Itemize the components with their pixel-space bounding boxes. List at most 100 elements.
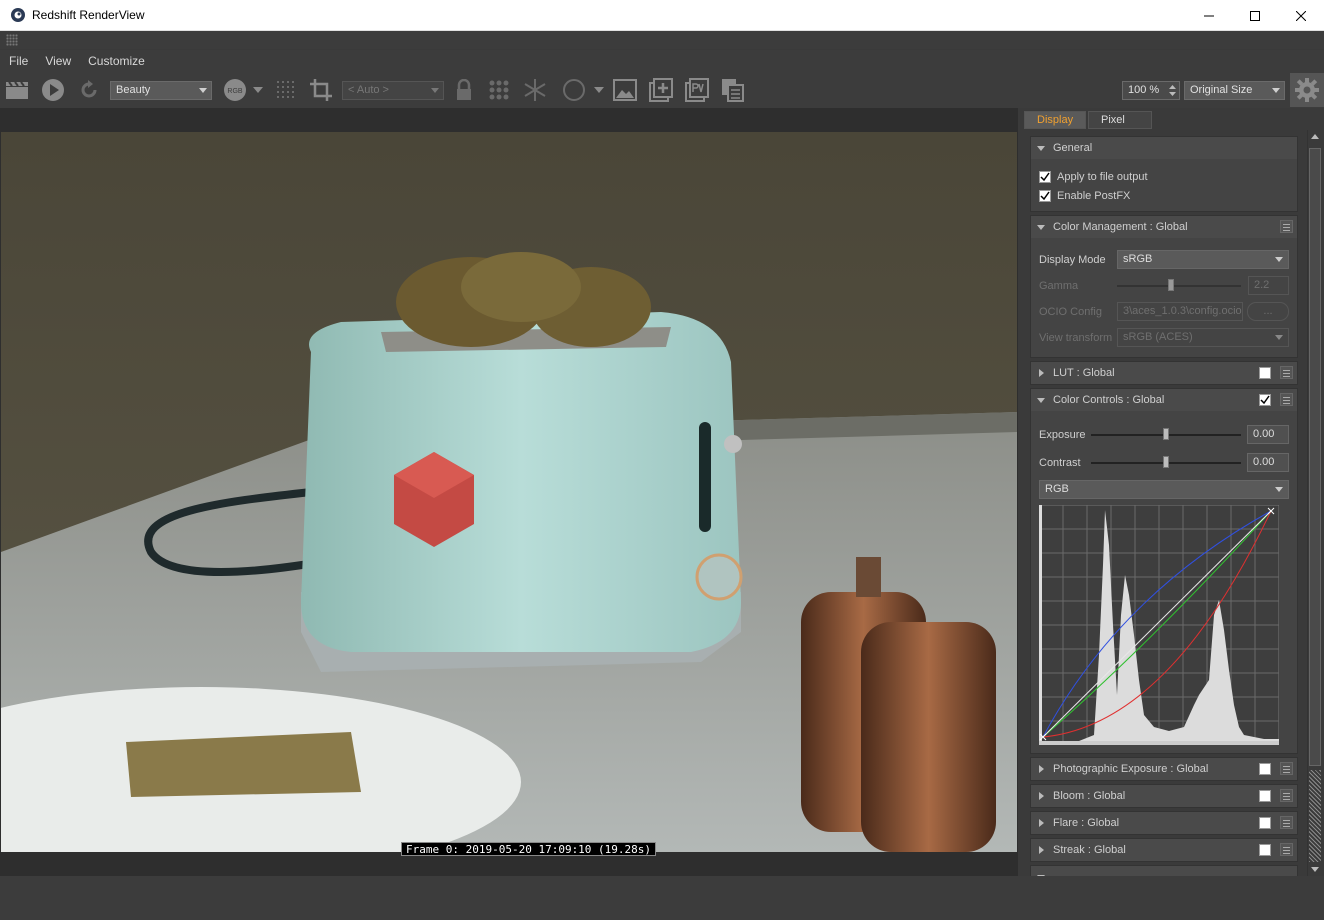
- gamma-slider-track[interactable]: [1117, 285, 1241, 287]
- spinner-arrows-icon: [1169, 85, 1176, 96]
- curves-editor[interactable]: [1039, 505, 1279, 745]
- bloom-enable-checkbox[interactable]: [1259, 790, 1271, 802]
- gradient-bar-left: [1039, 505, 1042, 745]
- post-view-button[interactable]: [684, 78, 710, 102]
- view-transform-value: sRGB (ACES): [1123, 331, 1193, 343]
- scrollbar-thumb[interactable]: [1309, 148, 1321, 766]
- freeze-button[interactable]: [522, 78, 548, 102]
- section-lut-header[interactable]: LUT : Global: [1031, 362, 1297, 384]
- exposure-field[interactable]: 0.00: [1247, 425, 1289, 444]
- bucket-grid-button[interactable]: [486, 78, 512, 102]
- streak-enable-checkbox[interactable]: [1259, 844, 1271, 856]
- section-menu-icon[interactable]: [1280, 816, 1293, 829]
- save-image-button[interactable]: [612, 78, 638, 102]
- section-bloom: Bloom : Global: [1030, 784, 1298, 808]
- camera-select[interactable]: < Auto >: [342, 81, 444, 100]
- chevron-down-icon: [253, 87, 263, 93]
- view-transform-label: View transform: [1039, 332, 1113, 344]
- section-menu-icon[interactable]: [1280, 393, 1293, 406]
- panel-scrollbar[interactable]: [1307, 130, 1321, 876]
- tab-pixel[interactable]: Pixel: [1088, 111, 1152, 129]
- scrollbar-hatch: [1309, 770, 1321, 862]
- chevron-down-icon: [1275, 487, 1283, 492]
- dotted-grid-icon: [277, 81, 294, 98]
- redshift-logo-icon: [11, 8, 25, 22]
- section-photographic-exposure-header[interactable]: Photographic Exposure : Global: [1031, 758, 1297, 780]
- copy-icon: [722, 79, 744, 102]
- menu-customize[interactable]: Customize: [79, 50, 153, 72]
- display-mode-select[interactable]: sRGB: [1117, 250, 1289, 269]
- lut-enable-checkbox[interactable]: [1259, 367, 1271, 379]
- section-bloom-header[interactable]: Bloom : Global: [1031, 785, 1297, 807]
- channel-select[interactable]: RGB: [1039, 480, 1289, 499]
- zoom-field[interactable]: 100 %: [1122, 81, 1180, 100]
- color-controls-enable-checkbox[interactable]: [1259, 394, 1271, 406]
- section-streak-header[interactable]: Streak : Global: [1031, 839, 1297, 861]
- section-menu-icon[interactable]: [1280, 762, 1293, 775]
- apply-file-output-checkbox[interactable]: [1039, 171, 1051, 183]
- section-menu-icon[interactable]: [1280, 366, 1293, 379]
- camera-select-value: < Auto >: [348, 84, 389, 96]
- ocio-browse-button[interactable]: ...: [1247, 302, 1289, 321]
- image-icon: [613, 79, 637, 101]
- section-next-partial: [1030, 865, 1298, 876]
- section-flare-header[interactable]: Flare : Global: [1031, 812, 1297, 834]
- minimize-icon: [1204, 15, 1214, 16]
- section-title: Flare : Global: [1053, 817, 1120, 829]
- section-title: Color Management : Global: [1053, 221, 1188, 233]
- channel-dropdown[interactable]: [251, 78, 265, 102]
- settings-button[interactable]: [1290, 73, 1324, 107]
- expand-icon: [1037, 145, 1045, 151]
- section-menu-icon[interactable]: [1280, 789, 1293, 802]
- menu-view[interactable]: View: [36, 50, 79, 72]
- aov-select[interactable]: Beauty: [110, 81, 212, 100]
- refresh-button[interactable]: [76, 78, 102, 102]
- scroll-up-icon[interactable]: [1311, 132, 1319, 140]
- ocio-config-field[interactable]: 3\aces_1.0.3\config.ocio: [1117, 302, 1243, 321]
- tiles-button[interactable]: [273, 78, 299, 102]
- section-menu-icon[interactable]: [1280, 843, 1293, 856]
- section-next-partial-header[interactable]: [1031, 866, 1297, 876]
- section-streak: Streak : Global: [1030, 838, 1298, 862]
- render-button[interactable]: [40, 78, 66, 102]
- close-button[interactable]: [1278, 0, 1324, 31]
- menu-file[interactable]: File: [0, 50, 36, 72]
- focus-button[interactable]: [560, 78, 588, 102]
- channel-button[interactable]: RGB: [222, 78, 248, 102]
- display-mode-value: sRGB: [1123, 253, 1153, 265]
- chevron-down-icon: [594, 87, 604, 93]
- exposure-slider-thumb[interactable]: [1163, 428, 1169, 440]
- tab-display[interactable]: Display: [1024, 111, 1086, 129]
- section-color-management-header[interactable]: Color Management : Global: [1031, 216, 1297, 238]
- crop-button[interactable]: [307, 78, 335, 102]
- focus-dropdown[interactable]: [592, 78, 606, 102]
- menu-bar: File View Customize: [0, 50, 1324, 72]
- contrast-slider-thumb[interactable]: [1163, 456, 1169, 468]
- size-select[interactable]: Original Size: [1184, 81, 1285, 100]
- maximize-button[interactable]: [1232, 0, 1278, 31]
- section-flare: Flare : Global: [1030, 811, 1298, 835]
- contrast-field[interactable]: 0.00: [1247, 453, 1289, 472]
- enable-postfx-checkbox[interactable]: [1039, 190, 1051, 202]
- scroll-down-icon[interactable]: [1311, 866, 1319, 874]
- add-snapshot-button[interactable]: [648, 78, 674, 102]
- gamma-slider-thumb[interactable]: [1168, 279, 1174, 291]
- photographic-exposure-enable-checkbox[interactable]: [1259, 763, 1271, 775]
- lock-button[interactable]: [452, 78, 476, 102]
- section-color-controls-header[interactable]: Color Controls : Global: [1031, 389, 1297, 411]
- flare-enable-checkbox[interactable]: [1259, 817, 1271, 829]
- copy-button[interactable]: [720, 78, 746, 102]
- gamma-field[interactable]: 2.2: [1248, 276, 1289, 295]
- dock-grip[interactable]: [0, 31, 1324, 49]
- view-transform-select[interactable]: sRGB (ACES): [1117, 328, 1289, 347]
- render-image[interactable]: [1, 132, 1017, 852]
- clapper-button[interactable]: [4, 78, 30, 102]
- collapse-icon: [1039, 846, 1044, 854]
- section-photographic-exposure: Photographic Exposure : Global: [1030, 757, 1298, 781]
- section-menu-icon[interactable]: [1280, 220, 1293, 233]
- apply-file-output-label: Apply to file output: [1057, 171, 1148, 183]
- minimize-button[interactable]: [1186, 0, 1232, 31]
- apply-file-output-row: Apply to file output: [1031, 167, 1298, 187]
- circle-icon: [563, 79, 585, 101]
- section-general-header[interactable]: General: [1031, 137, 1297, 159]
